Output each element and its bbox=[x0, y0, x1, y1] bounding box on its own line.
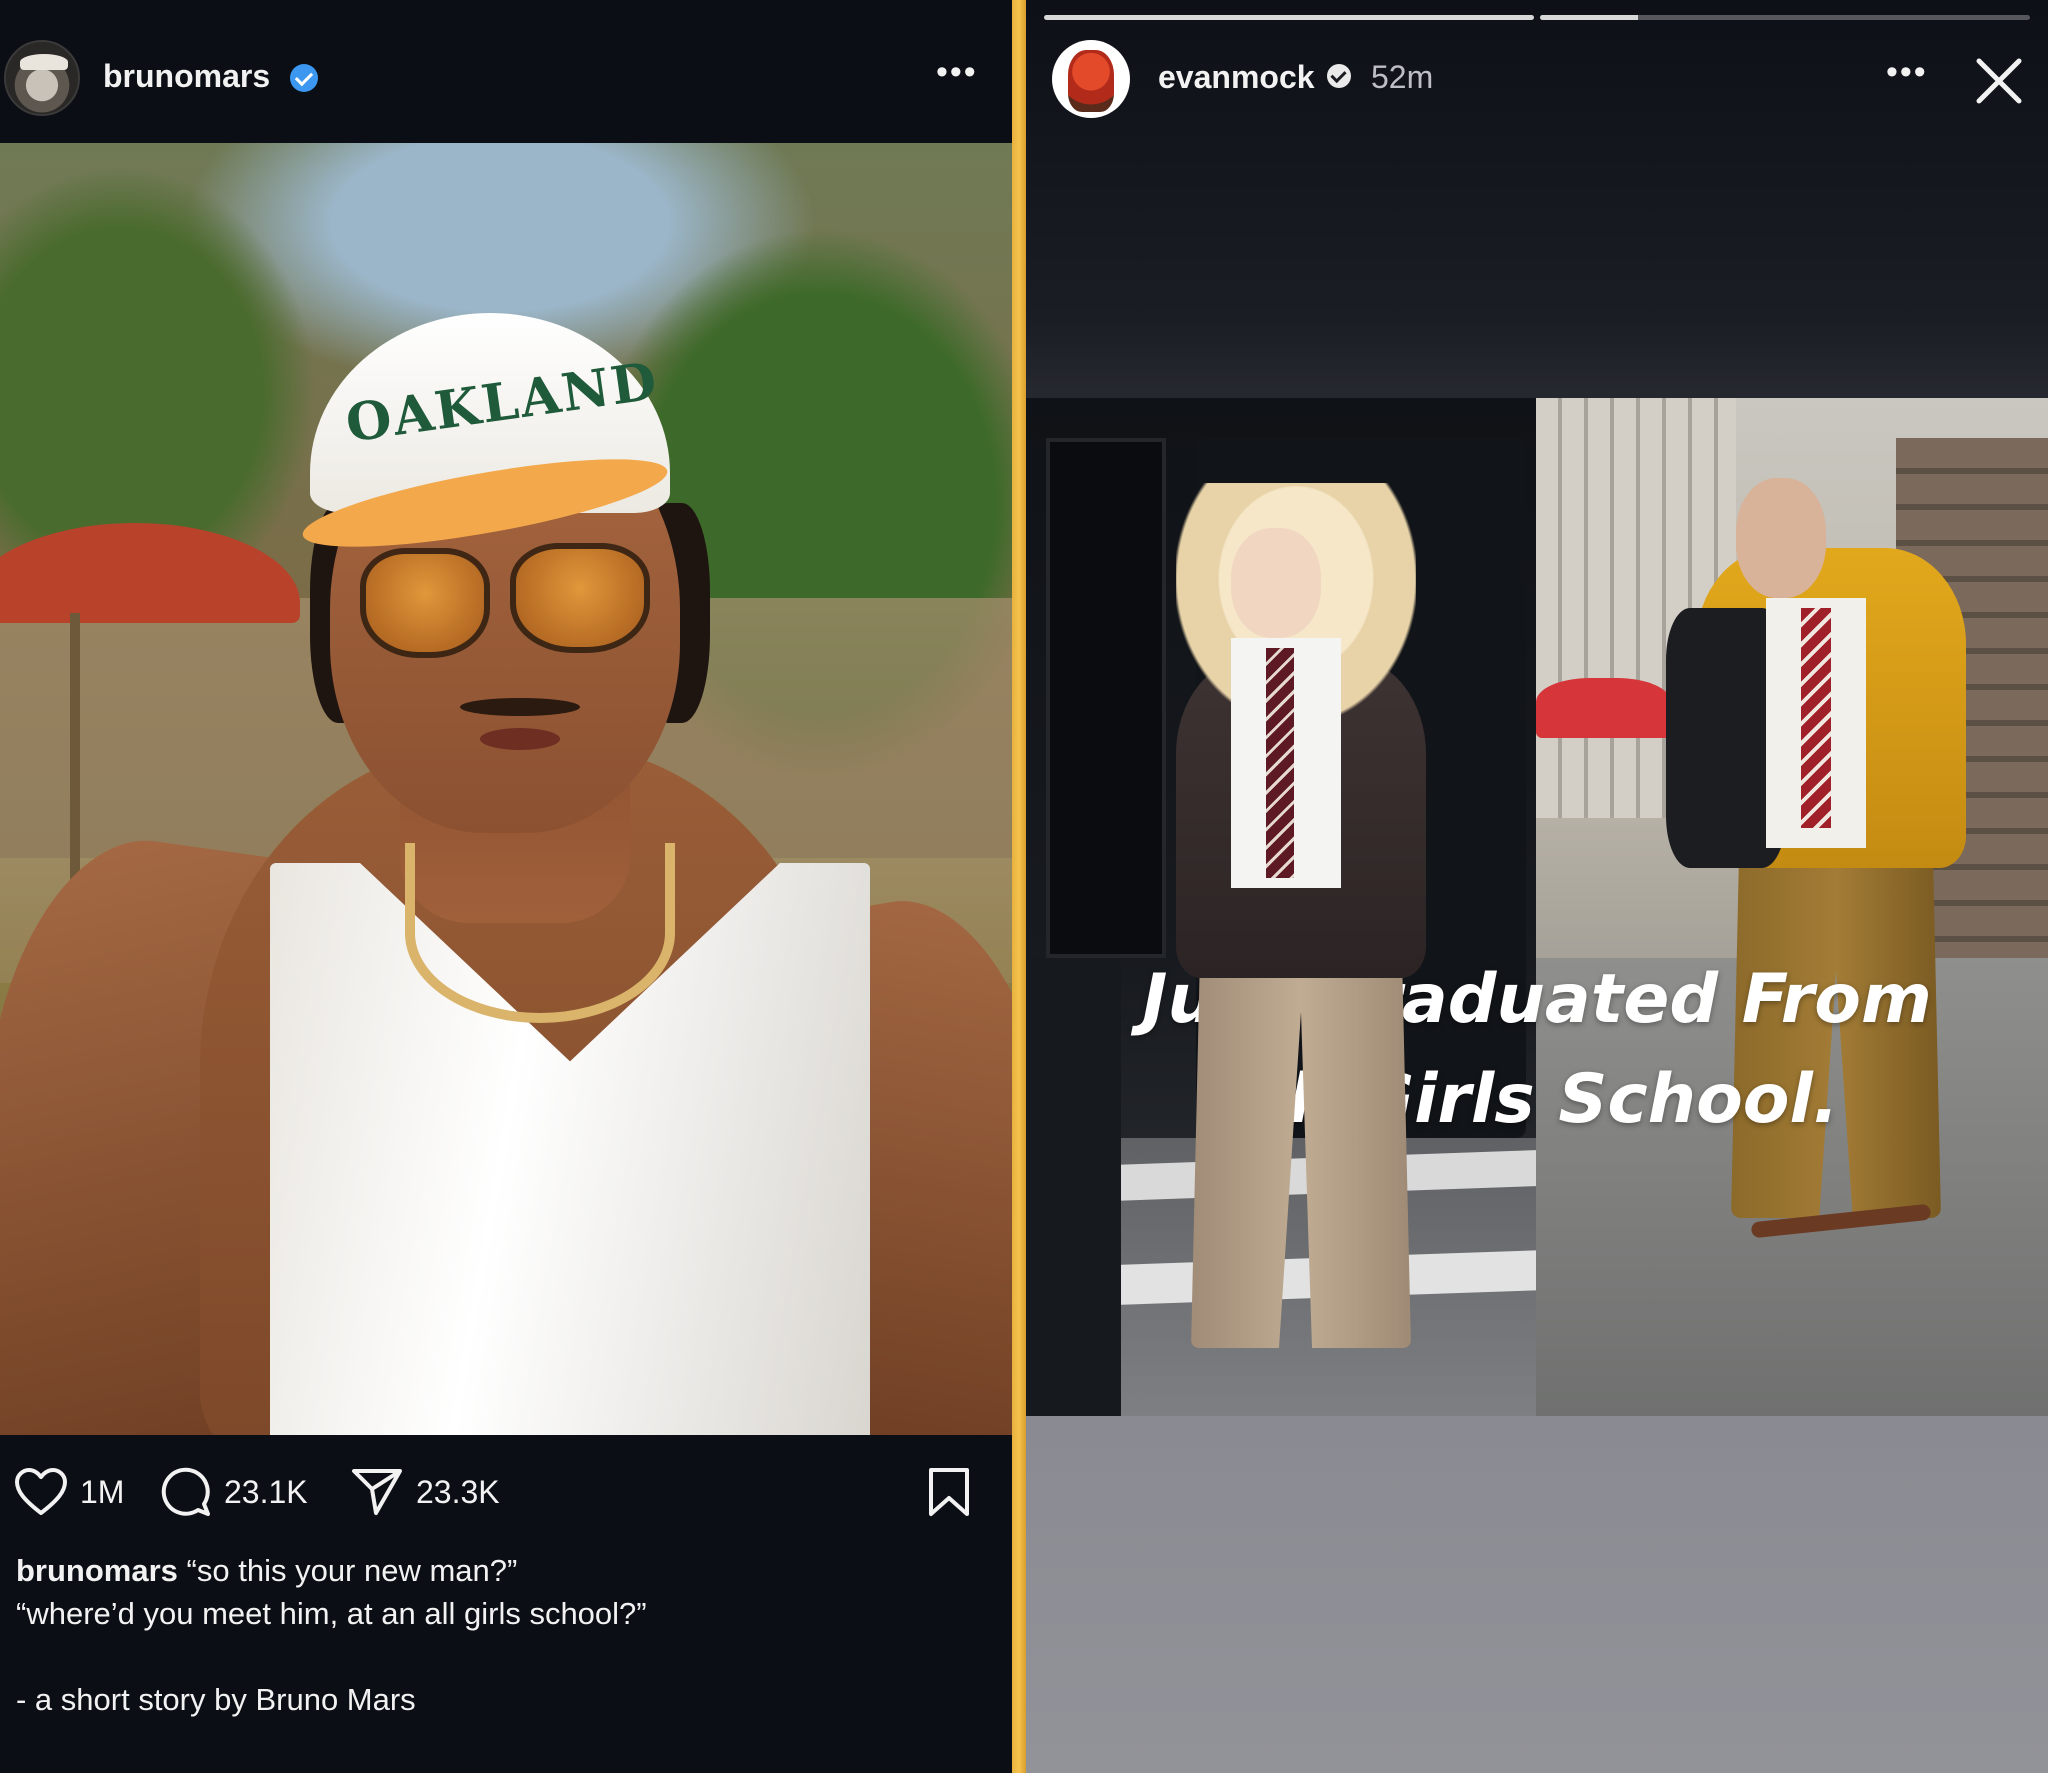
bookmark-icon bbox=[929, 1468, 969, 1516]
share-icon bbox=[352, 1469, 402, 1515]
story-avatar[interactable] bbox=[1052, 40, 1130, 118]
share-button[interactable]: 23.3K bbox=[350, 1467, 500, 1517]
umbrella bbox=[0, 523, 300, 623]
face bbox=[1736, 478, 1826, 598]
post-photo[interactable]: OAKLAND bbox=[0, 143, 1012, 1435]
caption-line-3: - a short story by Bruno Mars bbox=[16, 1682, 416, 1717]
story-caption-line-1: Just Graduated From bbox=[1142, 960, 1932, 1039]
more-icon[interactable]: ••• bbox=[1886, 55, 1928, 89]
face bbox=[1231, 528, 1321, 638]
mustache bbox=[460, 698, 580, 716]
comment-button[interactable]: 23.1K bbox=[160, 1467, 308, 1517]
story-image-right bbox=[1536, 398, 2048, 1416]
gold-chain bbox=[405, 843, 675, 1023]
car-window bbox=[1046, 438, 1166, 958]
story-image-left bbox=[1026, 398, 1536, 1416]
more-icon[interactable]: ••• bbox=[936, 55, 978, 89]
story-progress-bar-2 bbox=[1540, 15, 2030, 20]
foreground-jacket bbox=[1026, 958, 1121, 1416]
sunglasses-left-lens bbox=[360, 548, 490, 658]
comment-icon bbox=[161, 1467, 210, 1516]
instagram-story: evanmock 52m ••• Just Graduated From All… bbox=[1026, 0, 2048, 1773]
sunglasses-right-lens bbox=[510, 543, 650, 653]
comment-count: 23.1K bbox=[224, 1473, 308, 1510]
story-timestamp: 52m bbox=[1371, 59, 1434, 95]
striped-tie bbox=[1266, 648, 1294, 878]
close-icon[interactable] bbox=[1974, 56, 2024, 106]
post-username[interactable]: brunomars bbox=[103, 58, 270, 95]
striped-tie bbox=[1801, 608, 1831, 828]
like-count: 1M bbox=[80, 1473, 125, 1510]
story-username[interactable]: evanmock bbox=[1158, 59, 1315, 96]
caption-text-1: “so this your new man?” bbox=[186, 1553, 518, 1588]
share-count: 23.3K bbox=[416, 1473, 500, 1510]
story-progress-bar-1 bbox=[1044, 15, 1534, 20]
umbrella-pole bbox=[70, 613, 80, 913]
red-awning bbox=[1536, 678, 1671, 738]
save-button[interactable] bbox=[926, 1467, 972, 1517]
mouth bbox=[480, 728, 560, 750]
post-header: brunomars ••• bbox=[0, 0, 1012, 143]
like-button[interactable]: 1M bbox=[14, 1467, 124, 1517]
instagram-post: brunomars ••• OAKLAND 1M 23.1K 23.3K bru… bbox=[0, 0, 1012, 1773]
panel-divider bbox=[1012, 0, 1026, 1773]
caption-line-2: “where’d you meet him, at an all girls s… bbox=[16, 1596, 647, 1631]
story-progress-fill bbox=[1540, 15, 1638, 20]
caption-line-1: brunomars “so this your new man?” bbox=[16, 1549, 996, 1592]
story-bottom-area bbox=[1026, 1416, 2048, 1773]
verified-icon bbox=[290, 64, 318, 92]
heart-icon bbox=[15, 1468, 67, 1515]
post-actions: 1M 23.1K 23.3K bbox=[0, 1435, 1012, 1545]
post-caption: brunomars “so this your new man?” “where… bbox=[16, 1549, 996, 1721]
caption-username[interactable]: brunomars bbox=[16, 1553, 178, 1588]
story-caption-line-2: All Girls School. bbox=[1235, 1060, 1839, 1139]
post-avatar[interactable] bbox=[4, 40, 80, 116]
story-caption: Just Graduated From All Girls School. bbox=[1026, 950, 2048, 1150]
verified-icon bbox=[1327, 64, 1351, 88]
